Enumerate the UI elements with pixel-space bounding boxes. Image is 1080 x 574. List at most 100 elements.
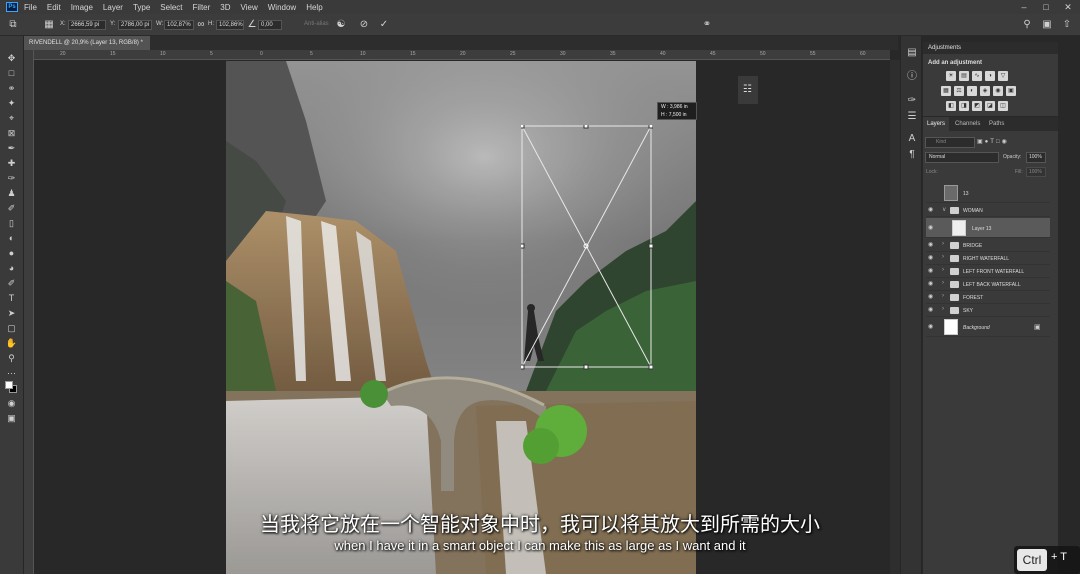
invert-icon[interactable]: ◧ [946,101,956,111]
chevron-right-icon[interactable]: › [942,280,944,286]
move-tool-icon[interactable]: ⧉ [6,18,20,32]
floating-properties-panel[interactable]: ☷ [738,76,758,104]
color-swatches-icon[interactable] [5,380,18,393]
filter-type-icons[interactable]: ▣●T□◉ [977,138,1009,145]
color-lookup-icon[interactable]: ▣ [1006,86,1016,96]
tab-paths[interactable]: Paths [985,117,1008,131]
move-tool-icon[interactable]: ✥ [5,52,18,64]
visibility-eye-icon[interactable]: ◉ [928,206,933,213]
paint-bucket-icon[interactable]: ◐ [5,232,18,244]
reference-point-icon[interactable]: ▦ [42,18,56,32]
layer-group-row[interactable]: ◉ ∨ WOMAN [926,204,1050,217]
warp-icon[interactable]: ☯ [334,18,348,32]
menu-view[interactable]: View [241,3,258,12]
cancel-transform-icon[interactable]: ⊘ [357,18,371,32]
threshold-icon[interactable]: ◩ [972,101,982,111]
eyedropper-tool-icon[interactable]: ✒ [5,142,18,154]
menu-file[interactable]: File [24,3,37,12]
zoom-tool-icon[interactable]: ⚲ [5,352,18,364]
composite-image[interactable] [226,61,696,574]
chevron-right-icon[interactable]: › [942,241,944,247]
menu-layer[interactable]: Layer [103,3,123,12]
visibility-eye-icon[interactable]: ◉ [928,224,933,231]
brightness-icon[interactable]: ☀ [946,71,956,81]
document-tab[interactable]: RIVENDELL @ 20,9% (Layer 13, RGB/8) * [24,36,150,50]
crop-tool-icon[interactable]: ⌖ [5,112,18,124]
quick-select-tool-icon[interactable]: ✦ [5,97,18,109]
x-input[interactable]: 2666,59 pi [68,20,106,30]
menu-help[interactable]: Help [306,3,322,12]
visibility-eye-icon[interactable]: ◉ [928,254,933,261]
history-brush-icon[interactable]: ✐ [5,202,18,214]
layer-group-row[interactable]: ◉ › RIGHT WATERFALL [926,252,1050,265]
rectangle-tool-icon[interactable]: ▢ [5,322,18,334]
posterize-icon[interactable]: ◨ [959,101,969,111]
visibility-eye-icon[interactable]: ◉ [928,241,933,248]
3d-mode-icon[interactable]: ⚭ [700,18,714,32]
hue-icon[interactable]: ▦ [941,86,951,96]
maximize-icon[interactable]: □ [1036,0,1056,14]
pen-tool-icon[interactable]: ✐ [5,277,18,289]
color-balance-icon[interactable]: ⚖ [954,86,964,96]
paragraph-icon[interactable]: ¶ [905,148,919,162]
vibrance-icon[interactable]: ▽ [998,71,1008,81]
workspace-icon[interactable]: ▣ [1040,18,1054,32]
layer-group-row[interactable]: ◉ › FOREST [926,291,1050,304]
canvas-workarea[interactable]: W : 3,986 in H : 7,500 in ☷ [34,60,890,574]
hand-tool-icon[interactable]: ✋ [5,337,18,349]
menu-edit[interactable]: Edit [47,3,61,12]
search-icon[interactable]: ⚲ [1020,18,1034,32]
commit-transform-icon[interactable]: ✓ [377,18,391,32]
layer-group-row[interactable]: ◉ › SKY [926,304,1050,317]
blend-mode-select[interactable]: Normal [925,152,999,163]
minimize-icon[interactable]: – [1014,0,1034,14]
curves-icon[interactable]: ∿ [972,71,982,81]
info-icon[interactable]: ⓘ [905,70,919,84]
dodge-tool-icon[interactable]: ◕ [5,262,18,274]
layer-filter-input[interactable]: Kind [925,137,975,148]
screen-mode-icon[interactable]: ▣ [5,412,18,424]
stamp-tool-icon[interactable]: ♟ [5,187,18,199]
visibility-eye-icon[interactable]: ◉ [928,267,933,274]
h-input[interactable]: 102,86% [216,20,244,30]
gradient-map-icon[interactable]: ◪ [985,101,995,111]
brush-tool-icon[interactable]: ✑ [5,172,18,184]
menu-window[interactable]: Window [268,3,296,12]
visibility-eye-icon[interactable]: ◉ [928,323,933,330]
transform-bounding-box[interactable] [521,125,653,371]
adjust-icon[interactable]: ☰ [905,110,919,124]
chevron-right-icon[interactable]: › [942,267,944,273]
angle-input[interactable]: 0,00 [258,20,282,30]
chevron-right-icon[interactable]: › [942,293,944,299]
levels-icon[interactable]: ▤ [959,71,969,81]
lasso-tool-icon[interactable]: ⚭ [5,82,18,94]
fill-input[interactable]: 100% [1026,167,1046,177]
channel-mixer-icon[interactable]: ◉ [993,86,1003,96]
tab-channels[interactable]: Channels [951,117,984,131]
visibility-eye-icon[interactable]: ◉ [928,306,933,313]
layer-group-row[interactable]: ◉ › BRIDGE [926,239,1050,252]
quick-mask-icon[interactable]: ◉ [5,397,18,409]
tab-layers[interactable]: Layers [923,117,950,131]
path-select-icon[interactable]: ➤ [5,307,18,319]
layer-row-selected[interactable]: ◉ Layer 13 [926,218,1050,238]
layer-group-row[interactable]: ◉ › LEFT FRONT WATERFALL [926,265,1050,278]
menu-select[interactable]: Select [160,3,182,12]
photo-filter-icon[interactable]: ◈ [980,86,990,96]
more-tools-icon[interactable]: ⋯ [5,367,18,379]
chevron-right-icon[interactable]: › [942,306,944,312]
layer-row-background[interactable]: ◉ Background ▣ [926,317,1050,337]
history-icon[interactable]: ▤ [905,46,919,60]
visibility-eye-icon[interactable]: ◉ [928,280,933,287]
menu-type[interactable]: Type [133,3,150,12]
character-icon[interactable]: A [905,132,919,146]
close-icon[interactable]: ✕ [1058,0,1078,14]
brush-settings-icon[interactable]: ✑ [905,94,919,108]
interpolation-label[interactable]: Anti-alias [304,21,329,27]
w-input[interactable]: 102,87% [164,20,194,30]
eraser-tool-icon[interactable]: ▯ [5,217,18,229]
chevron-down-icon[interactable]: ∨ [942,206,946,213]
healing-tool-icon[interactable]: ✚ [5,157,18,169]
type-tool-icon[interactable]: T [5,292,18,304]
visibility-eye-icon[interactable]: ◉ [928,293,933,300]
